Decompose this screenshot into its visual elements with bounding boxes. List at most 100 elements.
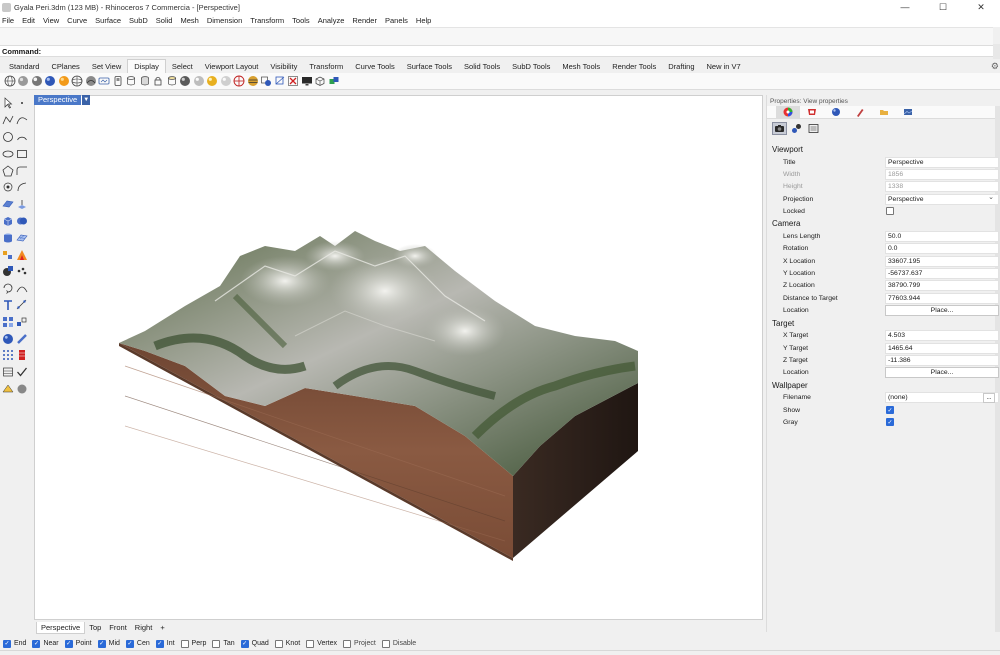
camera-place-button[interactable]: Place... — [885, 304, 999, 316]
gray-checkbox[interactable]: ✓ — [886, 418, 894, 427]
osnap-checkbox[interactable]: ✓ — [3, 639, 11, 648]
osnap-checkbox[interactable] — [343, 639, 352, 648]
projection-dropdown[interactable]: Perspective — [885, 193, 999, 205]
gear-icon[interactable]: ⚙ — [991, 61, 999, 72]
cage-icon[interactable] — [165, 75, 178, 88]
x-location-field[interactable]: 33607.195 — [885, 255, 999, 267]
viewport-tab-perspective[interactable]: Perspective — [36, 621, 86, 634]
viewport-frame-icon[interactable] — [806, 122, 821, 135]
osnap-cen[interactable]: ✓ Cen — [125, 639, 150, 648]
sphere-icon[interactable] — [233, 75, 246, 88]
osnap-checkbox[interactable]: ✓ — [125, 639, 134, 648]
curve-icon[interactable] — [15, 113, 29, 127]
join-icon[interactable] — [15, 248, 29, 262]
tab-render-tools[interactable]: Render Tools — [606, 59, 662, 73]
solid-sphere-icon[interactable] — [1, 332, 15, 346]
rendered-icon[interactable] — [30, 75, 43, 88]
artistic-icon[interactable] — [84, 75, 97, 88]
command-history-scrollbar[interactable] — [993, 44, 1000, 60]
cylinder-icon[interactable] — [1, 231, 15, 245]
menu-edit[interactable]: Edit — [22, 16, 35, 25]
cubes-icon[interactable] — [327, 75, 340, 88]
osnap-checkbox[interactable]: ✓ — [240, 639, 249, 648]
box-icon[interactable] — [314, 75, 327, 88]
grid-blocks-icon[interactable] — [1, 315, 15, 329]
close-button[interactable]: ✕ — [962, 0, 1000, 14]
pen-icon[interactable] — [98, 75, 111, 88]
viewport-title-field[interactable]: Perspective — [885, 156, 999, 168]
select-arrow-icon[interactable] — [1, 96, 15, 110]
z-location-field[interactable]: 38790.799 — [885, 280, 999, 292]
tab-drafting[interactable]: Drafting — [662, 59, 700, 73]
y-target-field[interactable]: 1465.64 — [885, 342, 999, 354]
x-icon[interactable] — [287, 75, 300, 88]
zebra-icon[interactable] — [246, 75, 259, 88]
folder-icon[interactable] — [872, 106, 896, 119]
offset-curve-icon[interactable] — [1, 180, 15, 194]
menu-dimension[interactable]: Dimension — [207, 16, 242, 25]
tab-viewport-layout[interactable]: Viewport Layout — [199, 59, 265, 73]
target-place-button[interactable]: Place... — [885, 367, 999, 379]
tab-subd-tools[interactable]: SubD Tools — [506, 59, 556, 73]
browse-button[interactable]: ... — [983, 392, 995, 403]
menu-surface[interactable]: Surface — [95, 16, 121, 25]
rotate-icon[interactable] — [1, 281, 15, 295]
menu-render[interactable]: Render — [352, 16, 377, 25]
menu-file[interactable]: File — [2, 16, 14, 25]
menu-mesh[interactable]: Mesh — [180, 16, 198, 25]
box-solid-icon[interactable] — [1, 214, 15, 228]
wallpaper-filename-field[interactable]: (none) — [885, 392, 999, 404]
tab-mesh-tools[interactable]: Mesh Tools — [556, 59, 606, 73]
material-icon[interactable] — [15, 382, 29, 396]
osnap-checkbox[interactable]: ✓ — [64, 639, 73, 648]
tab-cplanes[interactable]: CPlanes — [45, 59, 85, 73]
pipe-icon[interactable] — [15, 332, 29, 346]
check-icon[interactable] — [15, 365, 29, 379]
analyze-icon[interactable] — [15, 348, 29, 362]
rectangle-icon[interactable] — [15, 147, 29, 161]
mesh-icon[interactable] — [15, 231, 29, 245]
osnap-project[interactable]: Project — [343, 639, 376, 648]
osnap-disable[interactable]: Disable — [381, 639, 416, 648]
menu-panels[interactable]: Panels — [385, 16, 408, 25]
extrude-icon[interactable] — [15, 197, 29, 211]
cutter-icon[interactable] — [273, 75, 286, 88]
minimize-button[interactable]: — — [886, 0, 924, 14]
tab-set-view[interactable]: Set View — [86, 59, 127, 73]
osnap-checkbox[interactable]: ✓ — [32, 639, 41, 648]
tab-new-in-v7[interactable]: New in V7 — [701, 59, 747, 73]
sphere-icon[interactable] — [192, 75, 205, 88]
sphere-icon[interactable] — [206, 75, 219, 88]
tab-select[interactable]: Select — [166, 59, 199, 73]
wireframe-icon[interactable] — [3, 75, 16, 88]
osnap-perp[interactable]: Perp — [180, 639, 206, 648]
camera-icon[interactable] — [772, 122, 787, 135]
lens-length-field[interactable]: 50.0 — [885, 231, 999, 243]
light-icon[interactable] — [789, 122, 804, 135]
monitor-icon[interactable] — [300, 75, 313, 88]
tab-solid-tools[interactable]: Solid Tools — [458, 59, 506, 73]
polyline-icon[interactable] — [1, 113, 15, 127]
sphere-tab-icon[interactable] — [824, 106, 848, 119]
layers-icon[interactable] — [1, 365, 15, 379]
osnap-vertex[interactable]: Vertex — [306, 639, 337, 648]
osnap-checkbox[interactable] — [212, 639, 221, 648]
lock-icon[interactable] — [152, 75, 165, 88]
text-icon[interactable] — [1, 298, 15, 312]
osnap-point[interactable]: ✓ Point — [64, 639, 92, 648]
chevron-down-icon[interactable]: ▼ — [82, 95, 91, 105]
tab-curve-tools[interactable]: Curve Tools — [349, 59, 400, 73]
sphere-icon[interactable] — [219, 75, 232, 88]
menu-tools[interactable]: Tools — [292, 16, 310, 25]
xray-icon[interactable] — [57, 75, 70, 88]
raytraced-icon[interactable] — [111, 75, 124, 88]
osnap-int[interactable]: ✓ Int — [155, 639, 175, 648]
command-input[interactable] — [44, 46, 993, 56]
viewport-title[interactable]: Perspective — [34, 95, 82, 105]
y-location-field[interactable]: -56737.637 — [885, 268, 999, 280]
osnap-checkbox[interactable] — [274, 639, 283, 648]
array-icon[interactable] — [15, 315, 29, 329]
osnap-near[interactable]: ✓ Near — [32, 639, 59, 648]
show-checkbox[interactable]: ✓ — [886, 406, 894, 415]
explode-icon[interactable] — [1, 248, 15, 262]
